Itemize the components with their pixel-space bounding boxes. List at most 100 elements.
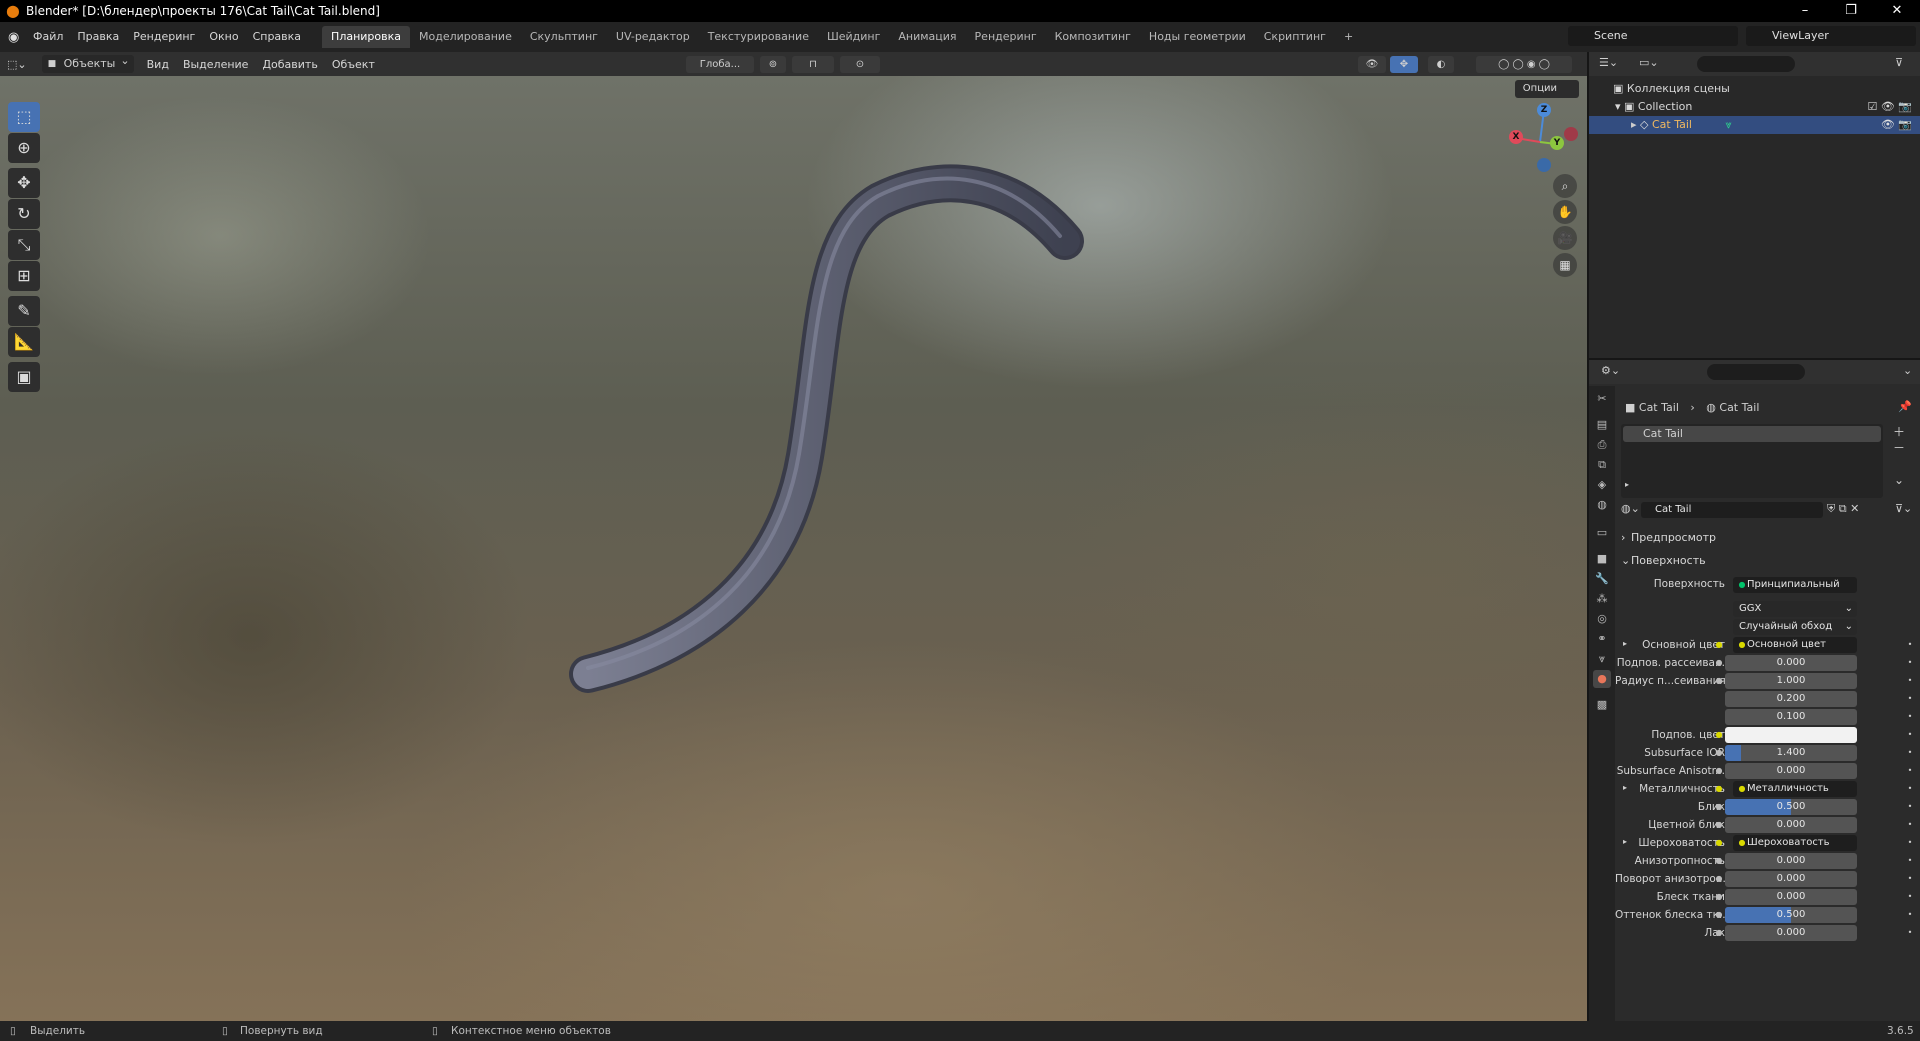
annotate-icon[interactable]: ✎ xyxy=(8,296,40,326)
input-socket-icon[interactable]: ● xyxy=(1714,676,1724,686)
data-tab-icon[interactable]: ⩔ xyxy=(1593,650,1611,668)
gizmo-x-icon[interactable]: X xyxy=(1509,130,1523,144)
maximize-button[interactable]: ❐ xyxy=(1828,0,1874,22)
row-expand-icon[interactable]: ▸ xyxy=(1623,837,1627,846)
tab-scripting[interactable]: Скриптинг xyxy=(1255,26,1335,48)
camera-icon[interactable]: 🎥 xyxy=(1553,226,1577,250)
tab-geometry-nodes[interactable]: Ноды геометрии xyxy=(1140,26,1255,48)
display-mode-icon[interactable]: ▭⌄ xyxy=(1639,56,1659,69)
menu-select[interactable]: Выделение xyxy=(176,58,256,71)
menu-view[interactable]: Вид xyxy=(140,58,176,71)
numeric-slider[interactable]: 0.000 xyxy=(1725,817,1857,833)
input-socket-icon[interactable]: ● xyxy=(1714,820,1724,830)
keyframe-dot-icon[interactable]: • xyxy=(1906,799,1914,815)
physics-tab-icon[interactable]: ◎ xyxy=(1593,610,1611,628)
numeric-slider[interactable]: 0.500 xyxy=(1725,907,1857,923)
particles-tab-icon[interactable]: ⁂ xyxy=(1593,590,1611,608)
keyframe-dot-icon[interactable]: • xyxy=(1906,727,1914,743)
shading-modes[interactable]: ◯ ◯ ◉ ◯ xyxy=(1476,56,1572,73)
numeric-slider[interactable]: 1.400 xyxy=(1725,745,1857,761)
ortho-grid-icon[interactable]: ▦ xyxy=(1553,253,1577,277)
options-dropdown[interactable]: Опции xyxy=(1514,80,1579,98)
input-socket-icon[interactable]: ● xyxy=(1714,856,1724,866)
material-actions-icons[interactable]: ⛨ ⧉ ✕ xyxy=(1827,502,1859,516)
numeric-slider[interactable]: 0.000 xyxy=(1725,853,1857,869)
subsurface-method-dropdown[interactable]: Случайный обход ⌄ xyxy=(1733,619,1857,635)
menu-window[interactable]: Окно xyxy=(202,27,245,47)
world-tab-icon[interactable]: ◍ xyxy=(1593,496,1611,514)
material-name-field[interactable]: Cat Tail xyxy=(1641,502,1823,518)
linked-input-field[interactable]: ● Основной цвет xyxy=(1733,637,1857,653)
tool-tab-icon[interactable]: ✂ xyxy=(1593,390,1611,408)
expand-arrow-icon[interactable]: ▸ xyxy=(1631,118,1640,131)
keyframe-dot-icon[interactable]: • xyxy=(1906,889,1914,905)
collection-visibility-icons[interactable]: ☑ 👁 📷 xyxy=(1867,98,1912,116)
color-swatch[interactable] xyxy=(1725,727,1857,743)
outliner-search-input[interactable] xyxy=(1697,56,1795,72)
input-socket-icon[interactable]: ● xyxy=(1714,874,1724,884)
input-socket-icon[interactable]: ● xyxy=(1714,784,1724,794)
gizmo-y-icon[interactable]: Y xyxy=(1550,136,1564,150)
menu-file[interactable]: Файл xyxy=(26,27,70,47)
preview-panel-header[interactable]: › Предпросмотр xyxy=(1619,528,1912,548)
modifier-tab-icon[interactable]: 🔧 xyxy=(1593,570,1611,588)
collapse-arrow-icon[interactable]: ▾ xyxy=(1615,100,1624,113)
row-expand-icon[interactable]: ▸ xyxy=(1623,639,1627,648)
select-box-icon[interactable]: ⬚ xyxy=(8,102,40,132)
input-socket-icon[interactable]: ● xyxy=(1714,802,1724,812)
linked-input-field[interactable]: ● Шероховатость xyxy=(1733,835,1857,851)
numeric-slider[interactable]: 0.500 xyxy=(1725,799,1857,815)
collection-tab-icon[interactable]: ▭ xyxy=(1593,524,1611,542)
numeric-slider[interactable]: 0.000 xyxy=(1725,655,1857,671)
tab-texture-paint[interactable]: Текстурирование xyxy=(699,26,818,48)
add-workspace-button[interactable]: + xyxy=(1335,26,1362,48)
menu-object[interactable]: Объект xyxy=(325,58,382,71)
tab-animation[interactable]: Анимация xyxy=(889,26,965,48)
numeric-slider[interactable]: 0.000 xyxy=(1725,871,1857,887)
minimize-button[interactable]: – xyxy=(1782,0,1828,22)
close-button[interactable]: ✕ xyxy=(1874,0,1920,22)
input-socket-icon[interactable]: ● xyxy=(1714,838,1724,848)
texture-tab-icon[interactable]: ▩ xyxy=(1593,696,1611,714)
keyframe-dot-icon[interactable]: • xyxy=(1906,817,1914,833)
measure-icon[interactable]: 📐 xyxy=(8,327,40,357)
menu-add[interactable]: Добавить xyxy=(255,58,324,71)
input-socket-icon[interactable]: ● xyxy=(1714,910,1724,920)
menu-edit[interactable]: Правка xyxy=(70,27,126,47)
overlay-icon[interactable]: ◐ xyxy=(1428,56,1454,73)
outliner-editor-icon[interactable]: ☰⌄ xyxy=(1599,56,1618,69)
menu-render[interactable]: Рендеринг xyxy=(126,27,202,47)
outliner-scene-collection[interactable]: ▣ Коллекция сцены xyxy=(1589,80,1920,98)
slot-add-remove-icons[interactable]: ＋－ ⌄ xyxy=(1891,424,1907,488)
object-tab-icon[interactable]: ■ xyxy=(1593,550,1611,568)
linked-input-field[interactable]: ● Металличность xyxy=(1733,781,1857,797)
pivot-icon[interactable]: ⊚ xyxy=(760,56,786,73)
material-link-icon[interactable]: ⊽⌄ xyxy=(1895,502,1912,515)
distribution-dropdown[interactable]: GGX ⌄ xyxy=(1733,601,1857,617)
zoom-icon[interactable]: ⌕ xyxy=(1553,174,1577,198)
keyframe-dot-icon[interactable]: • xyxy=(1906,763,1914,779)
keyframe-dot-icon[interactable]: • xyxy=(1906,781,1914,797)
keyframe-dot-icon[interactable]: • xyxy=(1906,853,1914,869)
transform-icon[interactable]: ⊞ xyxy=(8,261,40,291)
pan-hand-icon[interactable]: ✋ xyxy=(1553,200,1577,224)
keyframe-dot-icon[interactable]: • xyxy=(1906,925,1914,941)
input-socket-icon[interactable]: ● xyxy=(1714,892,1724,902)
keyframe-dot-icon[interactable]: • xyxy=(1906,691,1914,707)
numeric-slider[interactable]: 0.000 xyxy=(1725,889,1857,905)
menu-help[interactable]: Справка xyxy=(246,27,308,47)
tab-uv-editing[interactable]: UV-редактор xyxy=(607,26,699,48)
numeric-slider[interactable]: 0.000 xyxy=(1725,763,1857,779)
visibility-icon[interactable]: 👁 xyxy=(1358,56,1386,73)
navigation-gizmo[interactable]: Z Y X xyxy=(1500,98,1580,178)
surface-panel-header[interactable]: ⌄ Поверхность xyxy=(1619,551,1912,571)
3d-viewport[interactable]: Опции xyxy=(0,76,1587,1021)
output-tab-icon[interactable]: ⎙ xyxy=(1593,436,1611,454)
add-cube-icon[interactable]: ▣ xyxy=(8,362,40,392)
material-slot-item[interactable]: Cat Tail xyxy=(1623,426,1881,442)
input-socket-icon[interactable]: ● xyxy=(1714,640,1724,650)
input-socket-icon[interactable]: ● xyxy=(1714,928,1724,938)
keyframe-dot-icon[interactable]: • xyxy=(1906,637,1914,653)
tab-layout[interactable]: Планировка xyxy=(322,26,411,48)
outliner-object-cat-tail[interactable]: ▸ ◇ Cat Tail ⩔ 👁 📷 xyxy=(1589,116,1920,134)
